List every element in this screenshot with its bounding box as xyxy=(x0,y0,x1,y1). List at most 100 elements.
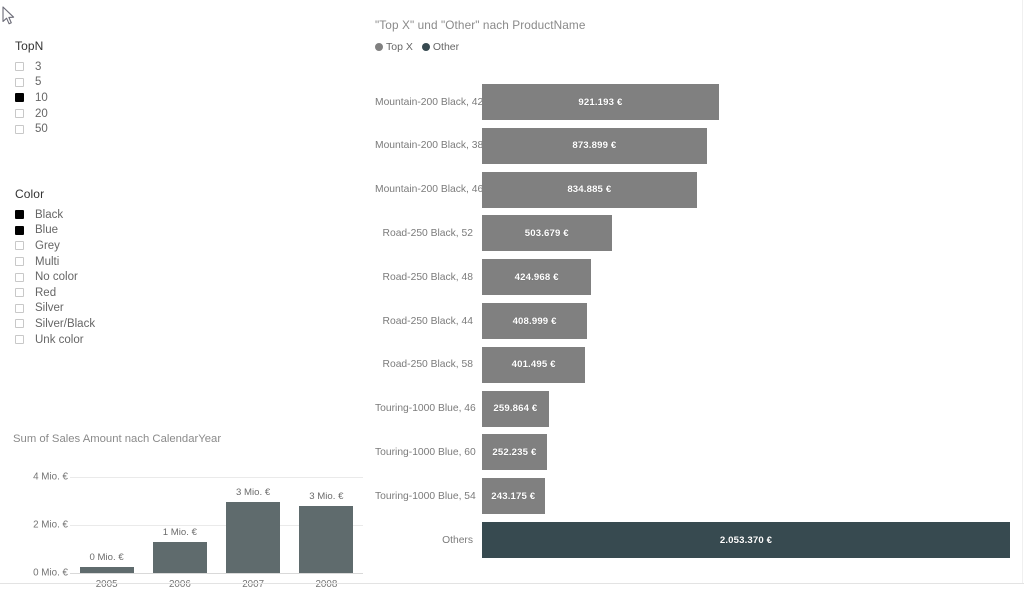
column-bar-2006[interactable] xyxy=(152,541,207,573)
slicer-item-color-white[interactable]: White xyxy=(15,347,135,348)
bar-row[interactable]: Mountain-200 Black, 42 921.193 € xyxy=(375,84,1010,120)
checkbox-icon[interactable] xyxy=(15,124,24,134)
checkbox-icon[interactable] xyxy=(15,272,24,282)
bar-row[interactable]: Others 2.053.370 € xyxy=(375,522,1010,558)
visual-sales-by-year-column-chart[interactable]: Sum of Sales Amount nach CalendarYear 0 … xyxy=(13,433,363,590)
bar-category-label: Others xyxy=(442,534,473,546)
bar-touring-1000-blue-46[interactable]: 259.864 € xyxy=(482,390,549,427)
slicer-item-topn-50[interactable]: 50 xyxy=(15,121,48,137)
y-axis-tick-label: 4 Mio. € xyxy=(33,471,68,483)
slicer-item-label: No color xyxy=(35,271,78,284)
slicer-item-color-multi[interactable]: Multi xyxy=(15,254,135,270)
checkbox-icon[interactable] xyxy=(15,62,24,72)
slicer-item-label: 5 xyxy=(35,76,42,89)
x-axis-line xyxy=(70,573,363,574)
checkbox-icon[interactable] xyxy=(15,257,24,267)
bar-others[interactable]: 2.053.370 € xyxy=(482,522,1010,558)
legend-item-other[interactable]: Other xyxy=(421,41,460,53)
bar-road-250-black-58[interactable]: 401.495 € xyxy=(482,346,586,383)
slicer-item-color-unk-color[interactable]: Unk color xyxy=(15,332,135,348)
checkbox-icon[interactable] xyxy=(15,288,24,298)
column-bar-2008[interactable] xyxy=(299,505,354,573)
gridline xyxy=(70,477,363,478)
y-axis-tick-label: 2 Mio. € xyxy=(33,519,68,531)
legend-swatch-icon xyxy=(375,43,383,51)
checkbox-icon[interactable] xyxy=(15,335,24,345)
slicer-item-topn-5[interactable]: 5 xyxy=(15,75,48,91)
column-value-label: 1 Mio. € xyxy=(162,526,197,538)
bar-value-label: 834.885 € xyxy=(567,184,612,196)
checkbox-checked-icon[interactable] xyxy=(15,93,24,103)
column-bar-2005[interactable] xyxy=(79,567,134,573)
page-bottom-border xyxy=(0,583,1024,584)
visual-topx-other-bar-chart[interactable]: "Top X" und "Other" nach ProductName Top… xyxy=(375,18,1010,573)
bar-touring-1000-blue-60[interactable]: 252.235 € xyxy=(482,434,547,471)
slicer-item-color-silver-black[interactable]: Silver/Black xyxy=(15,316,135,332)
slicer-item-color-no-color[interactable]: No color xyxy=(15,269,135,285)
bar-mountain-200-black-46[interactable]: 834.885 € xyxy=(482,171,697,208)
slicer-item-color-red[interactable]: Red xyxy=(15,285,135,301)
checkbox-checked-icon[interactable] xyxy=(15,210,24,220)
checkbox-icon[interactable] xyxy=(15,319,24,329)
slicer-item-label: Grey xyxy=(35,239,60,252)
slicer-item-label: Unk color xyxy=(35,333,84,346)
bar-track: 424.968 € xyxy=(482,259,1010,296)
slicer-item-topn-10[interactable]: 10 xyxy=(15,90,48,106)
report-page: TopN 3 5 10 20 50 Color Black Blue Grey … xyxy=(0,0,1024,592)
checkbox-icon[interactable] xyxy=(15,77,24,87)
bar-road-250-black-48[interactable]: 424.968 € xyxy=(482,259,592,296)
legend-item-top-x[interactable]: Top X xyxy=(375,41,413,53)
bar-track: 252.235 € xyxy=(482,434,1010,471)
bar-category-label: Mountain-200 Black, 46 xyxy=(375,184,484,196)
slicer-item-color-silver[interactable]: Silver xyxy=(15,301,135,317)
bar-mountain-200-black-42[interactable]: 921.193 € xyxy=(482,84,719,120)
checkbox-icon[interactable] xyxy=(15,241,24,251)
slicer-item-label: Red xyxy=(35,286,57,299)
bar-category-label: Mountain-200 Black, 38 xyxy=(375,140,484,152)
bar-track: 401.495 € xyxy=(482,346,1010,383)
slicer-item-color-blue[interactable]: Blue xyxy=(15,223,135,239)
slicer-item-color-grey[interactable]: Grey xyxy=(15,238,135,254)
bar-row[interactable]: Road-250 Black, 58 401.495 € xyxy=(375,346,1010,383)
bar-track: 834.885 € xyxy=(482,171,1010,208)
bar-row[interactable]: Touring-1000 Blue, 46 259.864 € xyxy=(375,390,1010,427)
legend-label: Other xyxy=(432,41,460,53)
bar-category-label: Road-250 Black, 52 xyxy=(382,227,473,239)
bar-value-label: 252.235 € xyxy=(492,446,537,458)
bar-row[interactable]: Road-250 Black, 44 408.999 € xyxy=(375,303,1010,339)
slicer-item-topn-3[interactable]: 3 xyxy=(15,59,48,75)
bar-category-label: Touring-1000 Blue, 46 xyxy=(375,403,476,415)
column-chart-plot-area: 0 Mio. € 2 Mio. € 4 Mio. € 0 Mio. € 2005 1 Mi… xyxy=(13,452,363,590)
bar-mountain-200-black-38[interactable]: 873.899 € xyxy=(482,127,707,164)
slicer-item-label: 10 xyxy=(35,91,48,104)
bar-touring-1000-blue-54[interactable]: 243.175 € xyxy=(482,478,545,515)
bar-road-250-black-52[interactable]: 503.679 € xyxy=(482,215,612,252)
slicer-item-color-black[interactable]: Black xyxy=(15,207,135,223)
checkbox-checked-icon[interactable] xyxy=(15,225,24,235)
legend-swatch-icon xyxy=(421,43,430,51)
slicer-topn[interactable]: TopN 3 5 10 20 50 xyxy=(15,39,48,137)
x-axis-tick-label: 2005 xyxy=(95,579,118,590)
mouse-cursor xyxy=(2,6,15,25)
bar-row[interactable]: Road-250 Black, 52 503.679 € xyxy=(375,215,1010,252)
checkbox-icon[interactable] xyxy=(15,109,24,119)
bar-category-label: Touring-1000 Blue, 60 xyxy=(375,446,476,458)
bar-value-label: 873.899 € xyxy=(572,140,617,152)
slicer-item-label: 3 xyxy=(35,60,42,73)
bar-row[interactable]: Road-250 Black, 48 424.968 € xyxy=(375,259,1010,296)
slicer-item-label: Silver xyxy=(35,302,64,315)
bar-row[interactable]: Touring-1000 Blue, 54 243.175 € xyxy=(375,478,1010,515)
slicer-item-topn-20[interactable]: 20 xyxy=(15,106,48,122)
column-bar-2007[interactable] xyxy=(226,502,281,573)
checkbox-icon[interactable] xyxy=(15,303,24,313)
bar-road-250-black-44[interactable]: 408.999 € xyxy=(482,303,588,339)
bar-row[interactable]: Mountain-200 Black, 38 873.899 € xyxy=(375,127,1010,164)
bar-row[interactable]: Mountain-200 Black, 46 834.885 € xyxy=(375,171,1010,208)
bar-row[interactable]: Touring-1000 Blue, 60 252.235 € xyxy=(375,434,1010,471)
page-right-border xyxy=(1022,0,1023,583)
x-axis-tick-label: 2008 xyxy=(315,579,338,590)
slicer-color-title: Color xyxy=(15,187,45,201)
bar-track: 243.175 € xyxy=(482,478,1010,515)
slicer-color[interactable]: Color Black Blue Grey Multi No color Red… xyxy=(15,187,135,348)
legend-label: Top X xyxy=(386,41,413,53)
